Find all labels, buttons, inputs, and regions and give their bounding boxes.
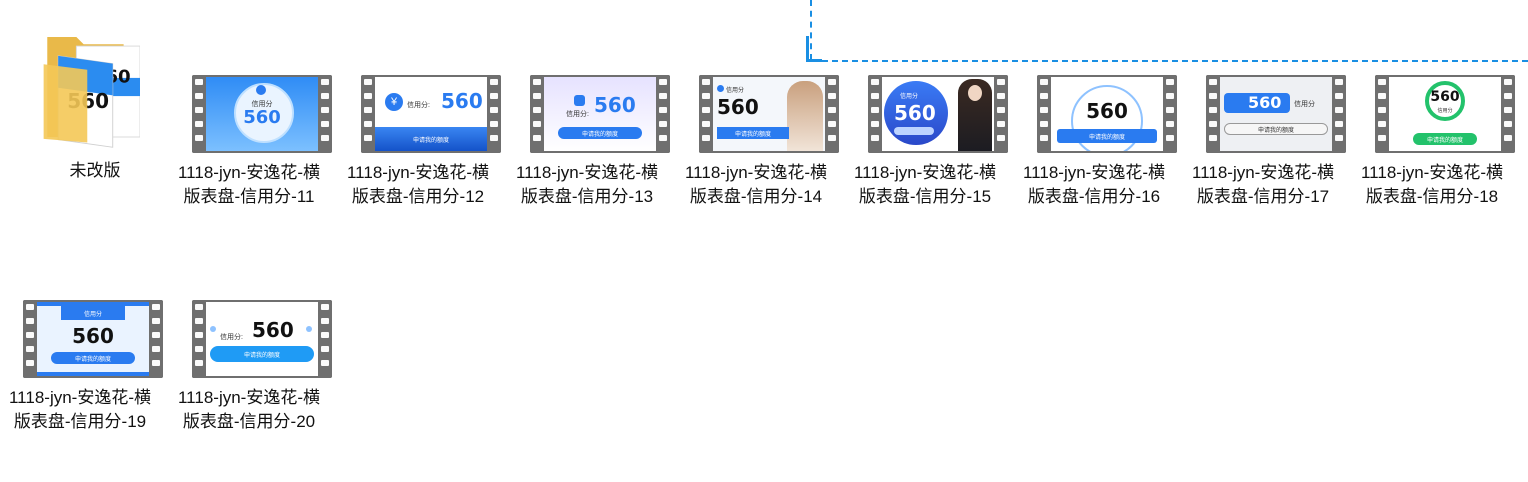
selection-marquee-horizontal [822, 60, 1528, 62]
file-label: 1118-jyn-安逸花-横版表盘-信用分-18 [1360, 163, 1503, 206]
file-label: 1118-jyn-安逸花-横版表盘-信用分-16 [1022, 163, 1165, 206]
video-thumbnail: 信用分: 560 申请我的额度 [192, 300, 332, 378]
video-thumbnail: 信用分 560 [868, 75, 1008, 153]
folder-icon: 560 560 [43, 37, 140, 148]
video-thumbnail: 信用分 560 申请我的额度 [699, 75, 839, 153]
video-thumbnail: 560 信用分 申请我的额度 [1375, 75, 1515, 153]
video-thumbnail: 560 申请我的额度 [1037, 75, 1177, 153]
folder-label: 未改版 [69, 161, 121, 180]
video-thumbnail: 信用分 560 申请我的额度 [23, 300, 163, 378]
file-label: 1118-jyn-安逸花-横版表盘-信用分-14 [684, 163, 827, 206]
video-thumbnail: 560 信用分 申请我的额度 [1206, 75, 1346, 153]
file-label: 1118-jyn-安逸花-横版表盘-信用分-11 [177, 163, 320, 206]
file-label: 1118-jyn-安逸花-横版表盘-信用分-20 [177, 388, 320, 431]
file-label: 1118-jyn-安逸花-横版表盘-信用分-17 [1191, 163, 1334, 206]
file-label: 1118-jyn-安逸花-横版表盘-信用分-13 [515, 163, 658, 206]
video-thumbnail: 信用分 560 [192, 75, 332, 153]
file-label: 1118-jyn-安逸花-横版表盘-信用分-12 [346, 163, 489, 206]
file-label: 1118-jyn-安逸花-横版表盘-信用分-19 [8, 388, 151, 431]
video-thumbnail: ¥ 信用分: 560 申请我的额度 [361, 75, 501, 153]
file-label: 1118-jyn-安逸花-横版表盘-信用分-15 [853, 163, 996, 206]
video-thumbnail: 信用分: 560 申请我的额度 [530, 75, 670, 153]
selection-marquee-corner [806, 36, 822, 62]
